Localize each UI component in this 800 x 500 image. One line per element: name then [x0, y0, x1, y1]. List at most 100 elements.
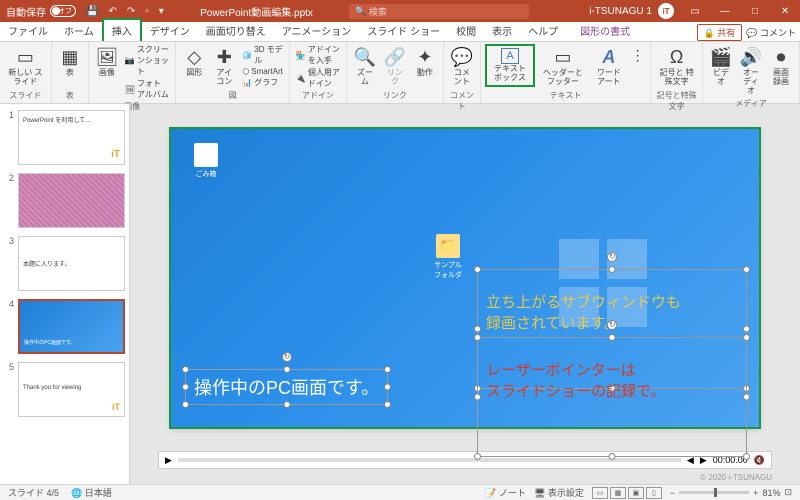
shapes-button[interactable]: ◇図形	[180, 44, 208, 80]
play-icon[interactable]: ▶	[165, 455, 172, 466]
slideshow-view-icon[interactable]: ▯	[646, 487, 662, 499]
rotate-handle[interactable]	[282, 352, 292, 362]
user-account[interactable]: i-TSUNAGU 1 iT	[589, 3, 674, 19]
folder-icon: 📁	[436, 234, 460, 258]
image-button[interactable]: 🖼画像	[93, 44, 121, 80]
zoom-in-icon[interactable]: +	[753, 488, 758, 498]
comments-button[interactable]: 💬 コメント	[746, 26, 796, 39]
save-icon[interactable]: 💾	[86, 6, 98, 17]
display-settings-button[interactable]: 🖥 表示設定	[534, 486, 584, 499]
document-title: PowerPoint動画編集.pptx	[164, 4, 349, 19]
zoom-slider[interactable]	[679, 491, 749, 494]
redo-icon[interactable]: ↷	[127, 6, 135, 17]
minimize-icon[interactable]: —	[710, 0, 740, 22]
icons-button[interactable]: ✚アイ コン	[210, 44, 238, 89]
screenshot-button[interactable]: 📷スクリーンショット	[123, 44, 171, 77]
tab-shape-format[interactable]: 図形の書式	[572, 20, 638, 41]
undo-icon[interactable]: ↶	[108, 6, 116, 17]
avatar: iT	[658, 3, 674, 19]
seek-track[interactable]	[178, 458, 681, 462]
workspace: 1PowerPoint を利用して…iT 2 3本題に入ります。 4操作中のPC…	[0, 104, 800, 484]
zoom-button[interactable]: 🔍ズー ム	[351, 44, 379, 89]
rotate-handle[interactable]	[607, 252, 617, 262]
language-status[interactable]: 🌐 日本語	[71, 486, 112, 499]
new-slide-button[interactable]: ▭新しい スライド	[4, 44, 47, 89]
symbol-icon: Ω	[666, 46, 688, 68]
ribbon: ▭新しい スライド スライド ▦表 表 🖼画像 📷スクリーンショット 🖼フォト …	[0, 42, 800, 104]
link-button[interactable]: 🔗リン ク	[381, 44, 409, 89]
image-icon: 🖼	[96, 46, 118, 68]
view-buttons: ▭ ▦ ▣ ▯	[592, 487, 662, 499]
thumbnail[interactable]: 3本題に入ります。	[4, 236, 125, 291]
ribbon-options-icon[interactable]: ▭	[680, 0, 710, 22]
comment-button[interactable]: 💬コメント	[448, 44, 476, 89]
zoom-out-icon[interactable]: −	[670, 488, 675, 498]
close-icon[interactable]: ✕	[770, 0, 800, 22]
video-icon: 🎬	[710, 46, 732, 68]
reading-view-icon[interactable]: ▣	[628, 487, 644, 499]
slide-editor: 🗑ごみ箱 📁サンプルフォルダ 立ち上がるサブウィンドウも 録画されています。 レ…	[130, 104, 800, 484]
headerfooter-icon: ▭	[552, 46, 574, 68]
status-bar: スライド 4/5 🌐 日本語 📝 ノート 🖥 表示設定 ▭ ▦ ▣ ▯ − + …	[0, 484, 800, 500]
tab-slideshow[interactable]: スライド ショー	[359, 20, 448, 41]
tab-view[interactable]: 表示	[484, 20, 520, 41]
dropdown-icon[interactable]: ▾	[159, 6, 164, 17]
notes-button[interactable]: 📝 ノート	[485, 486, 526, 499]
slide-thumbnails: 1PowerPoint を利用して…iT 2 3本題に入ります。 4操作中のPC…	[0, 104, 130, 484]
zoom-control[interactable]: − + 81% ⊡	[670, 487, 792, 498]
ribbon-tabs: ファイル ホーム 挿入 デザイン 画面切り替え アニメーション スライド ショー…	[0, 22, 800, 42]
my-addins-button[interactable]: 🔌個人用アドイン	[294, 67, 342, 89]
thumbnail[interactable]: 4操作中のPC画面です。	[4, 299, 125, 354]
text-more-button[interactable]: ⋮	[629, 44, 646, 66]
action-icon: ✦	[414, 46, 436, 68]
smartart-button[interactable]: ⬡SmartArt	[240, 67, 285, 76]
maximize-icon[interactable]: □	[740, 0, 770, 22]
tab-help[interactable]: ヘルプ	[520, 20, 566, 41]
action-button[interactable]: ✦動作	[411, 44, 439, 80]
wordart-icon: A	[598, 46, 620, 68]
new-slide-icon: ▭	[14, 46, 36, 68]
symbol-button[interactable]: Ω記号と 特殊文字	[655, 44, 698, 89]
thumbnail[interactable]: 5Thank you for viewingiT	[4, 362, 125, 417]
volume-icon[interactable]: 🔇	[754, 455, 765, 466]
link-icon: 🔗	[384, 46, 406, 68]
table-button[interactable]: ▦表	[56, 44, 84, 80]
video-button[interactable]: 🎬ビデオ	[707, 44, 735, 89]
3dmodel-button[interactable]: 🧊3D モデル	[240, 44, 285, 66]
zoom-level[interactable]: 81%	[762, 488, 780, 498]
fit-icon[interactable]: ⊡	[784, 487, 792, 498]
thumbnail[interactable]: 1PowerPoint を利用して…iT	[4, 110, 125, 165]
wordart-button[interactable]: Aワード アート	[591, 44, 627, 89]
autosave-toggle[interactable]: 自動保存 オフ	[6, 4, 76, 19]
thumbnail[interactable]: 2	[4, 173, 125, 228]
sorter-view-icon[interactable]: ▦	[610, 487, 626, 499]
rotate-handle[interactable]	[607, 320, 617, 330]
audio-button[interactable]: 🔊オーディオ	[737, 44, 765, 97]
screen-recording-button[interactable]: ⏺画面 録画	[767, 44, 795, 89]
tab-home[interactable]: ホーム	[56, 20, 102, 41]
search-input[interactable]: 🔍 検索	[349, 4, 529, 19]
chart-button[interactable]: 📊グラフ	[240, 77, 285, 88]
header-footer-button[interactable]: ▭ヘッダーと フッター	[537, 44, 588, 89]
tab-design[interactable]: デザイン	[142, 20, 198, 41]
textbox-icon: A	[501, 48, 519, 64]
shapes-icon: ◇	[183, 46, 205, 68]
textbox-button[interactable]: Aテキスト ボックス	[485, 44, 535, 87]
recycle-bin-icon: 🗑	[194, 143, 218, 167]
start-icon[interactable]: ▫	[145, 6, 149, 17]
text-box-3[interactable]: 操作中のPC画面です。	[185, 369, 388, 405]
tab-transitions[interactable]: 画面切り替え	[198, 20, 274, 41]
tab-review[interactable]: 校閲	[448, 20, 484, 41]
desktop-recycle-bin: 🗑ごみ箱	[189, 143, 223, 179]
tab-animations[interactable]: アニメーション	[274, 20, 360, 41]
photo-album-button[interactable]: 🖼フォト アルバム	[123, 78, 171, 100]
slide-counter[interactable]: スライド 4/5	[8, 486, 59, 499]
share-button[interactable]: 🔒 共有	[697, 24, 743, 41]
normal-view-icon[interactable]: ▭	[592, 487, 608, 499]
tab-insert[interactable]: 挿入	[102, 18, 142, 41]
text-box-2[interactable]: レーザーポインターは スライドショーの記録で。	[477, 337, 747, 457]
get-addins-button[interactable]: 🏪アドインを入手	[294, 44, 342, 66]
icons-icon: ✚	[213, 46, 235, 68]
current-slide[interactable]: 🗑ごみ箱 📁サンプルフォルダ 立ち上がるサブウィンドウも 録画されています。 レ…	[170, 128, 760, 428]
tab-file[interactable]: ファイル	[0, 20, 56, 41]
